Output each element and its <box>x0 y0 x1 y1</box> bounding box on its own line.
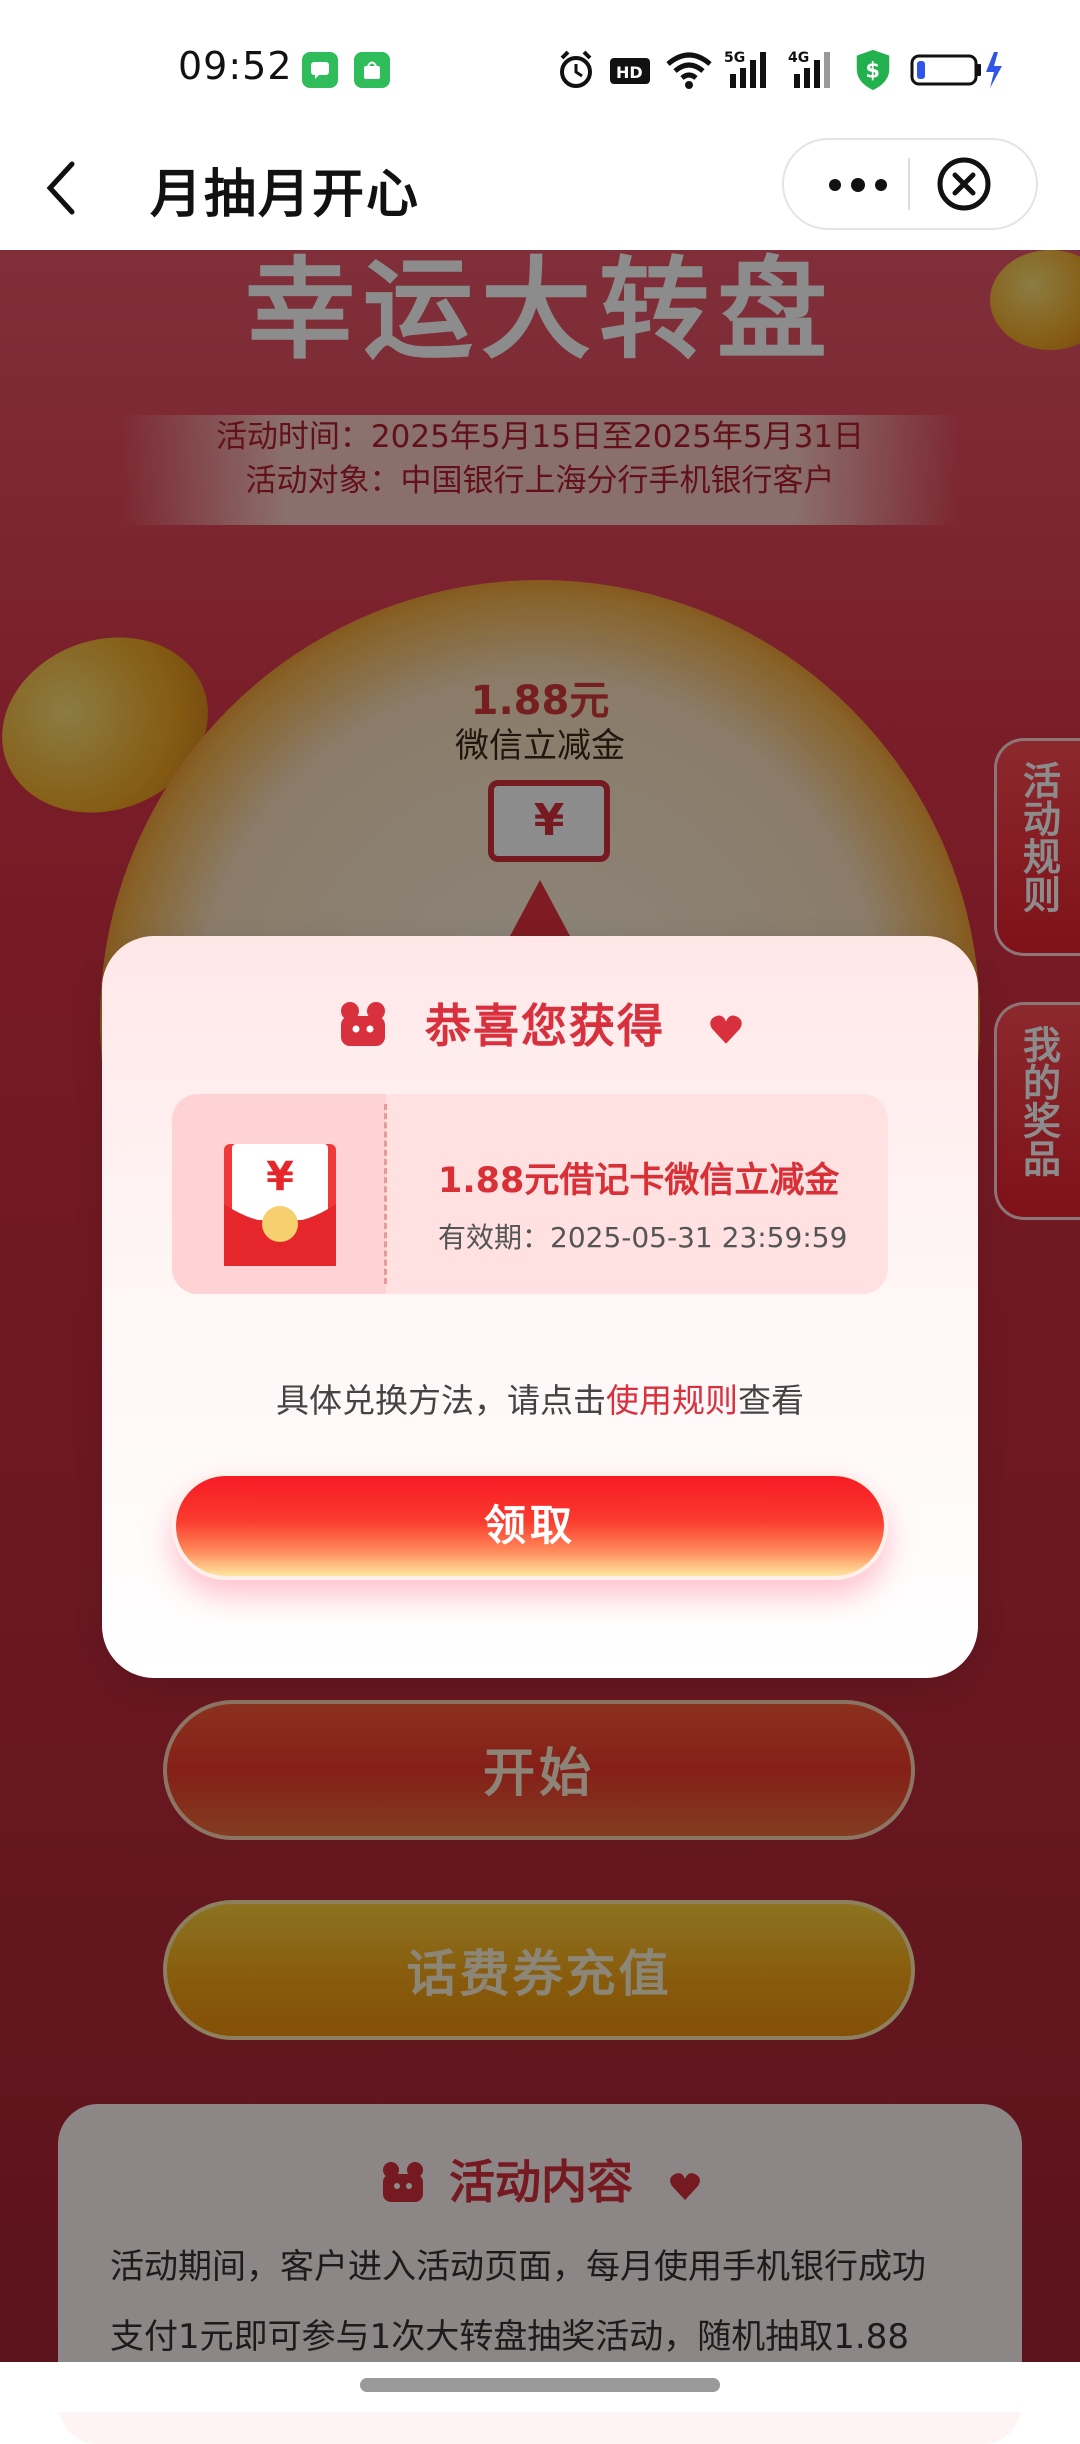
prize-name: 1.88元借记卡微信立减金 <box>438 1161 840 1201</box>
status-time: 09:52 <box>178 44 293 88</box>
hd-voice-icon: HD <box>610 58 650 84</box>
dialog-title-text: 恭喜您获得 <box>425 999 665 1053</box>
mini-program-capsule <box>782 138 1038 230</box>
signal-4g-icon: 4G <box>788 50 830 88</box>
envelope-yuan-symbol: ¥ <box>266 1154 294 1200</box>
message-notification-icon <box>302 52 338 88</box>
hint-suffix: 查看 <box>738 1381 804 1420</box>
claim-button[interactable]: 领取 <box>172 1472 888 1580</box>
close-program-button[interactable] <box>934 154 994 214</box>
page-title: 月抽月开心 <box>150 165 421 225</box>
svg-text:$: $ <box>865 58 880 83</box>
home-indicator[interactable] <box>360 2378 720 2392</box>
battery-charging-icon <box>910 52 1002 88</box>
back-button[interactable] <box>38 152 88 222</box>
more-options-button[interactable] <box>828 178 888 192</box>
usage-rules-link[interactable]: 使用规则 <box>606 1381 738 1420</box>
heart-icon <box>710 1015 742 1044</box>
dialog-title: 恭喜您获得 <box>0 990 1080 1056</box>
prize-validity: 有效期：2025-05-31 23:59:59 <box>438 1221 848 1254</box>
wifi-icon <box>666 52 712 89</box>
redeem-hint: 具体兑换方法，请点击使用规则查看 <box>0 1374 1080 1422</box>
shopping-notification-icon <box>354 52 390 88</box>
signal-5g-icon: 5G <box>724 50 766 88</box>
svg-text:HD: HD <box>616 63 643 82</box>
svg-text:4G: 4G <box>788 50 809 66</box>
hint-prefix: 具体兑换方法，请点击 <box>276 1381 606 1420</box>
capsule-divider <box>908 158 910 210</box>
security-shield-icon: $ <box>856 49 890 91</box>
alarm-icon <box>560 50 592 88</box>
svg-text:5G: 5G <box>724 50 745 66</box>
red-envelope-icon: ¥ <box>224 1144 336 1266</box>
prize-card-perforation <box>384 1104 387 1284</box>
gift-icon <box>341 1002 385 1046</box>
